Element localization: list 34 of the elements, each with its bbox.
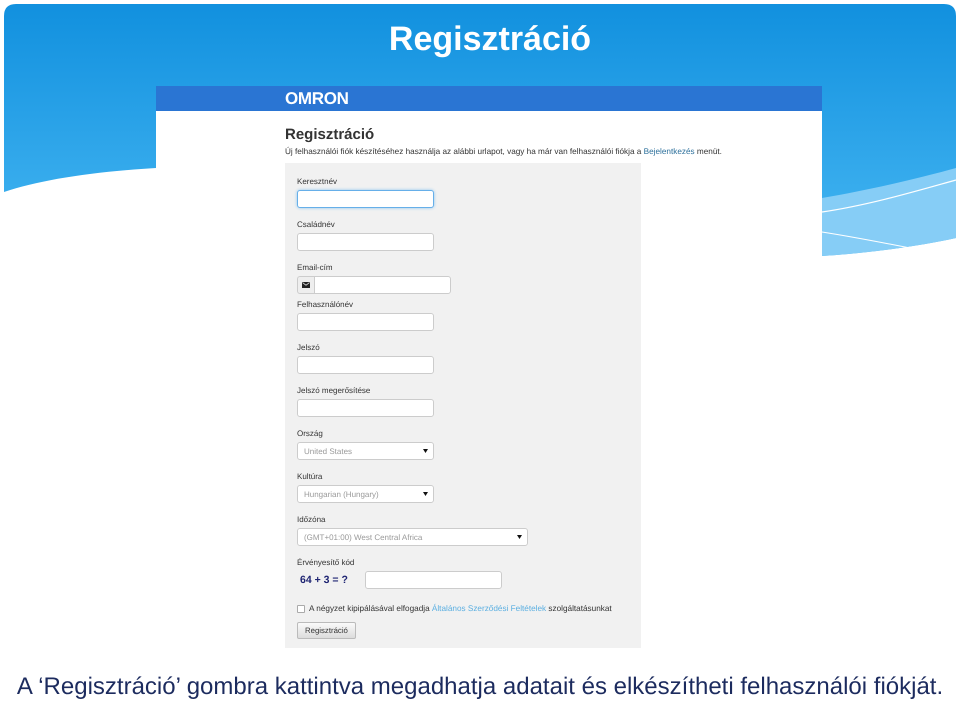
dropdown-field[interactable]: United States — [297, 442, 434, 460]
field-label: Email-cím — [297, 262, 333, 273]
caret-icon — [517, 535, 522, 539]
slide-title: Regisztráció — [388, 19, 592, 60]
caret-icon — [423, 492, 428, 496]
envelope-icon — [297, 276, 314, 294]
slide-caption: A ‘Regisztráció’ gombra kattintva megadhatja adatait és elkészítheti felhasználói fiókját. — [16, 674, 944, 700]
captcha-question: 64 + 3 = ? — [300, 574, 348, 586]
field-label: Felhasználónév — [297, 299, 354, 310]
password-field[interactable] — [297, 356, 434, 374]
terms-checkbox[interactable] — [297, 604, 305, 612]
field-label: Családnév — [297, 219, 335, 230]
password-field[interactable] — [297, 399, 434, 417]
terms-text: A négyzet kipipálásával elfogadja Általános Szerződési Feltételek szolgáltatásunkat — [309, 603, 612, 614]
login-link[interactable]: Bejelentkezés — [644, 147, 695, 156]
input-field[interactable] — [297, 233, 434, 251]
answer-field[interactable] — [364, 571, 502, 589]
field-label: Keresztnév — [297, 176, 338, 187]
field-label: Érvényesítő kód — [297, 557, 354, 568]
terms-link[interactable]: Általános Szerződési Feltételek — [432, 604, 546, 613]
field-label: Ország — [297, 428, 323, 439]
page-heading: Regisztráció — [285, 125, 376, 144]
field-label: Jelszó — [297, 342, 320, 353]
brand-logo: OMRON — [285, 90, 349, 107]
intro-text: Új felhasználói fiók készítéséhez használja az alábbi urlapot, vagy ha már van felhasználói fiókja a Bejelentkezés menüt. — [285, 146, 723, 157]
dropdown-field[interactable]: (GMT+01:00) West Central Africa — [297, 528, 528, 546]
caret-icon — [423, 449, 428, 453]
field-label: Jelszó megerősítése — [297, 385, 370, 396]
field-label: Időzóna — [297, 514, 326, 525]
input-field[interactable] — [314, 276, 451, 294]
dropdown-field[interactable]: Hungarian (Hungary) — [297, 485, 434, 503]
field-label: Kultúra — [297, 471, 322, 482]
input-field[interactable] — [297, 313, 434, 331]
input-field[interactable] — [297, 190, 434, 208]
